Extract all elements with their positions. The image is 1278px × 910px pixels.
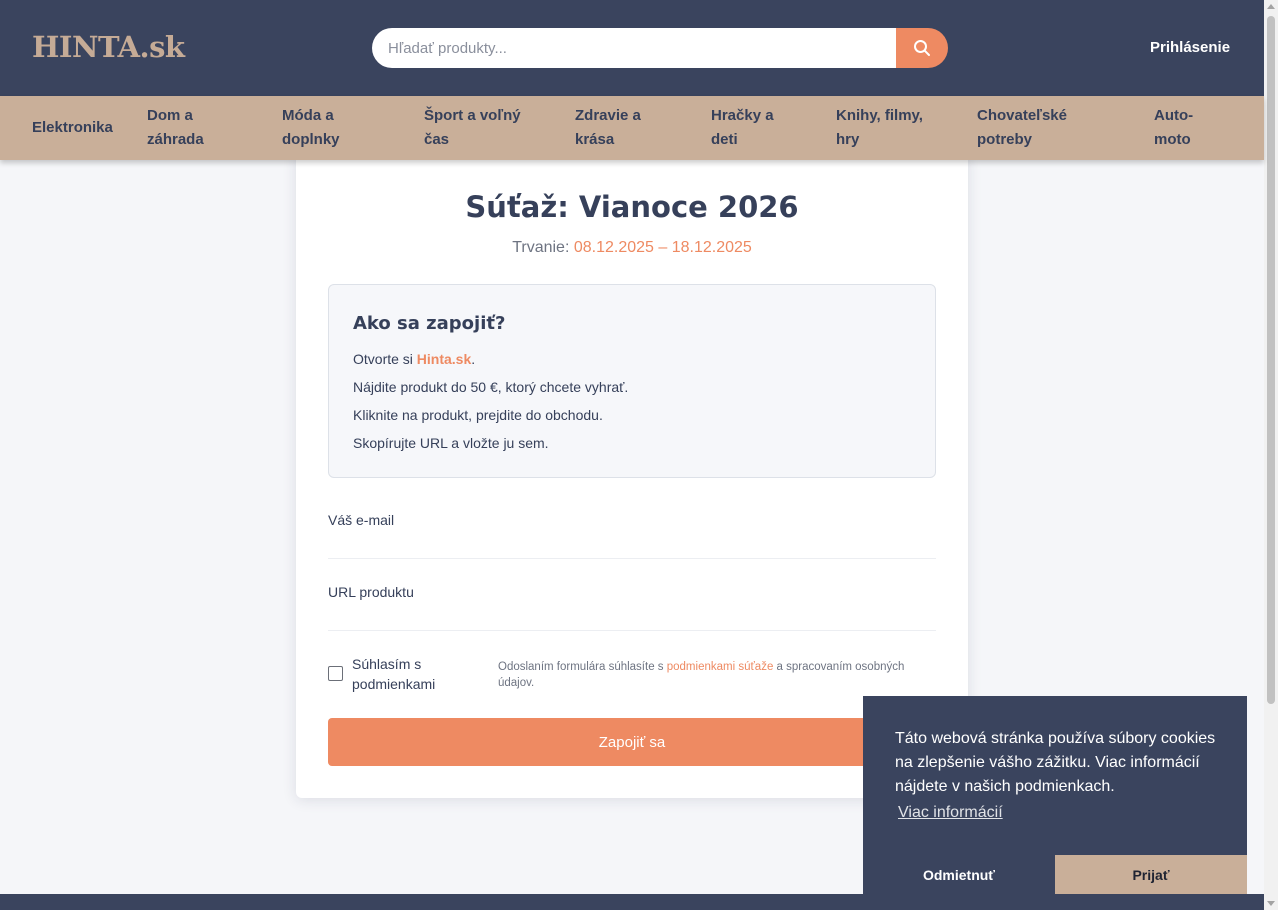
howto-box: Ako sa zapojiť? Otvorte si Hinta.sk. Náj… — [328, 284, 936, 478]
step1-prefix: Otvorte si — [353, 351, 417, 367]
scroll-down-arrow-icon[interactable] — [1267, 901, 1275, 906]
hinta-link[interactable]: Hinta.sk — [417, 351, 471, 367]
page-title: Súťaž: Vianoce 2026 — [465, 190, 799, 224]
terms-link[interactable]: podmienkami súťaže — [667, 661, 774, 673]
site-logo[interactable]: HINTA.sk — [32, 30, 185, 64]
consent-note: Odoslaním formulára súhlasíte s podmienk… — [498, 659, 918, 691]
url-field[interactable] — [328, 601, 936, 631]
submit-button[interactable]: Zapojiť sa — [328, 718, 936, 766]
howto-step-4: Skopírujte URL a vložte ju sem. — [353, 435, 549, 451]
login-link[interactable]: Prihlásenie — [1150, 39, 1230, 56]
nav-item-chovatelske-potreby[interactable]: Chovateľské potreby — [977, 104, 1087, 152]
cookie-accept-button[interactable]: Prijať — [1055, 855, 1247, 894]
howto-step-1: Otvorte si Hinta.sk. — [353, 351, 475, 367]
nav-item-hracky-a-deti[interactable]: Hračky a deti — [711, 104, 791, 152]
duration-dates: 08.12.2025 – 18.12.2025 — [573, 239, 752, 256]
search-icon — [914, 40, 930, 56]
cookie-banner: Táto webová stránka používa súbory cooki… — [863, 696, 1247, 894]
footer — [0, 894, 1264, 910]
search-input[interactable] — [372, 28, 896, 68]
cookie-text: Táto webová stránka používa súbory cooki… — [895, 730, 1216, 795]
top-header: HINTA.sk Prihlásenie — [0, 0, 1264, 96]
note-prefix: Odoslaním formulára súhlasíte s — [498, 661, 667, 673]
scroll-thumb[interactable] — [1267, 16, 1275, 704]
nav-item-moda-a-doplnky[interactable]: Móda a doplnky — [282, 104, 367, 152]
scrollbar[interactable] — [1264, 0, 1278, 910]
nav-item-knihy-filmy-hry[interactable]: Knihy, filmy, hry — [836, 104, 936, 152]
step1-suffix: . — [471, 351, 476, 367]
email-label: Váš e-mail — [328, 512, 395, 528]
nav-item-sport-a-volny-cas[interactable]: Šport a voľný čas — [424, 104, 529, 152]
email-field[interactable] — [328, 529, 936, 559]
howto-step-3: Kliknite na produkt, prejdite do obchodu… — [353, 407, 603, 423]
scroll-up-arrow-icon[interactable] — [1267, 4, 1275, 9]
nav-item-elektronika[interactable]: Elektronika — [32, 116, 113, 140]
search-bar — [372, 28, 948, 68]
nav-item-auto-moto[interactable]: Auto-moto — [1154, 104, 1209, 152]
howto-title: Ako sa zapojiť? — [353, 313, 506, 334]
duration-label: Trvanie: — [512, 239, 570, 256]
cookie-deny-button[interactable]: Odmietnuť — [863, 855, 1055, 894]
agree-checkbox[interactable] — [328, 666, 343, 681]
url-label: URL produktu — [328, 584, 414, 600]
agree-label[interactable]: Súhlasím s podmienkami — [352, 654, 462, 694]
category-nav: Elektronika Dom a záhrada Móda a doplnky… — [0, 96, 1264, 160]
howto-step-2: Nájdite produkt do 50 €, ktorý chcete vy… — [353, 379, 629, 395]
nav-item-zdravie-a-krasa[interactable]: Zdravie a krása — [575, 104, 655, 152]
search-button[interactable] — [896, 28, 948, 68]
contest-duration: Trvanie: 08.12.2025 – 18.12.2025 — [296, 239, 968, 257]
cookie-more-link[interactable]: Viac informácií — [898, 804, 1003, 822]
nav-item-dom-a-zahrada[interactable]: Dom a záhrada — [147, 104, 227, 152]
